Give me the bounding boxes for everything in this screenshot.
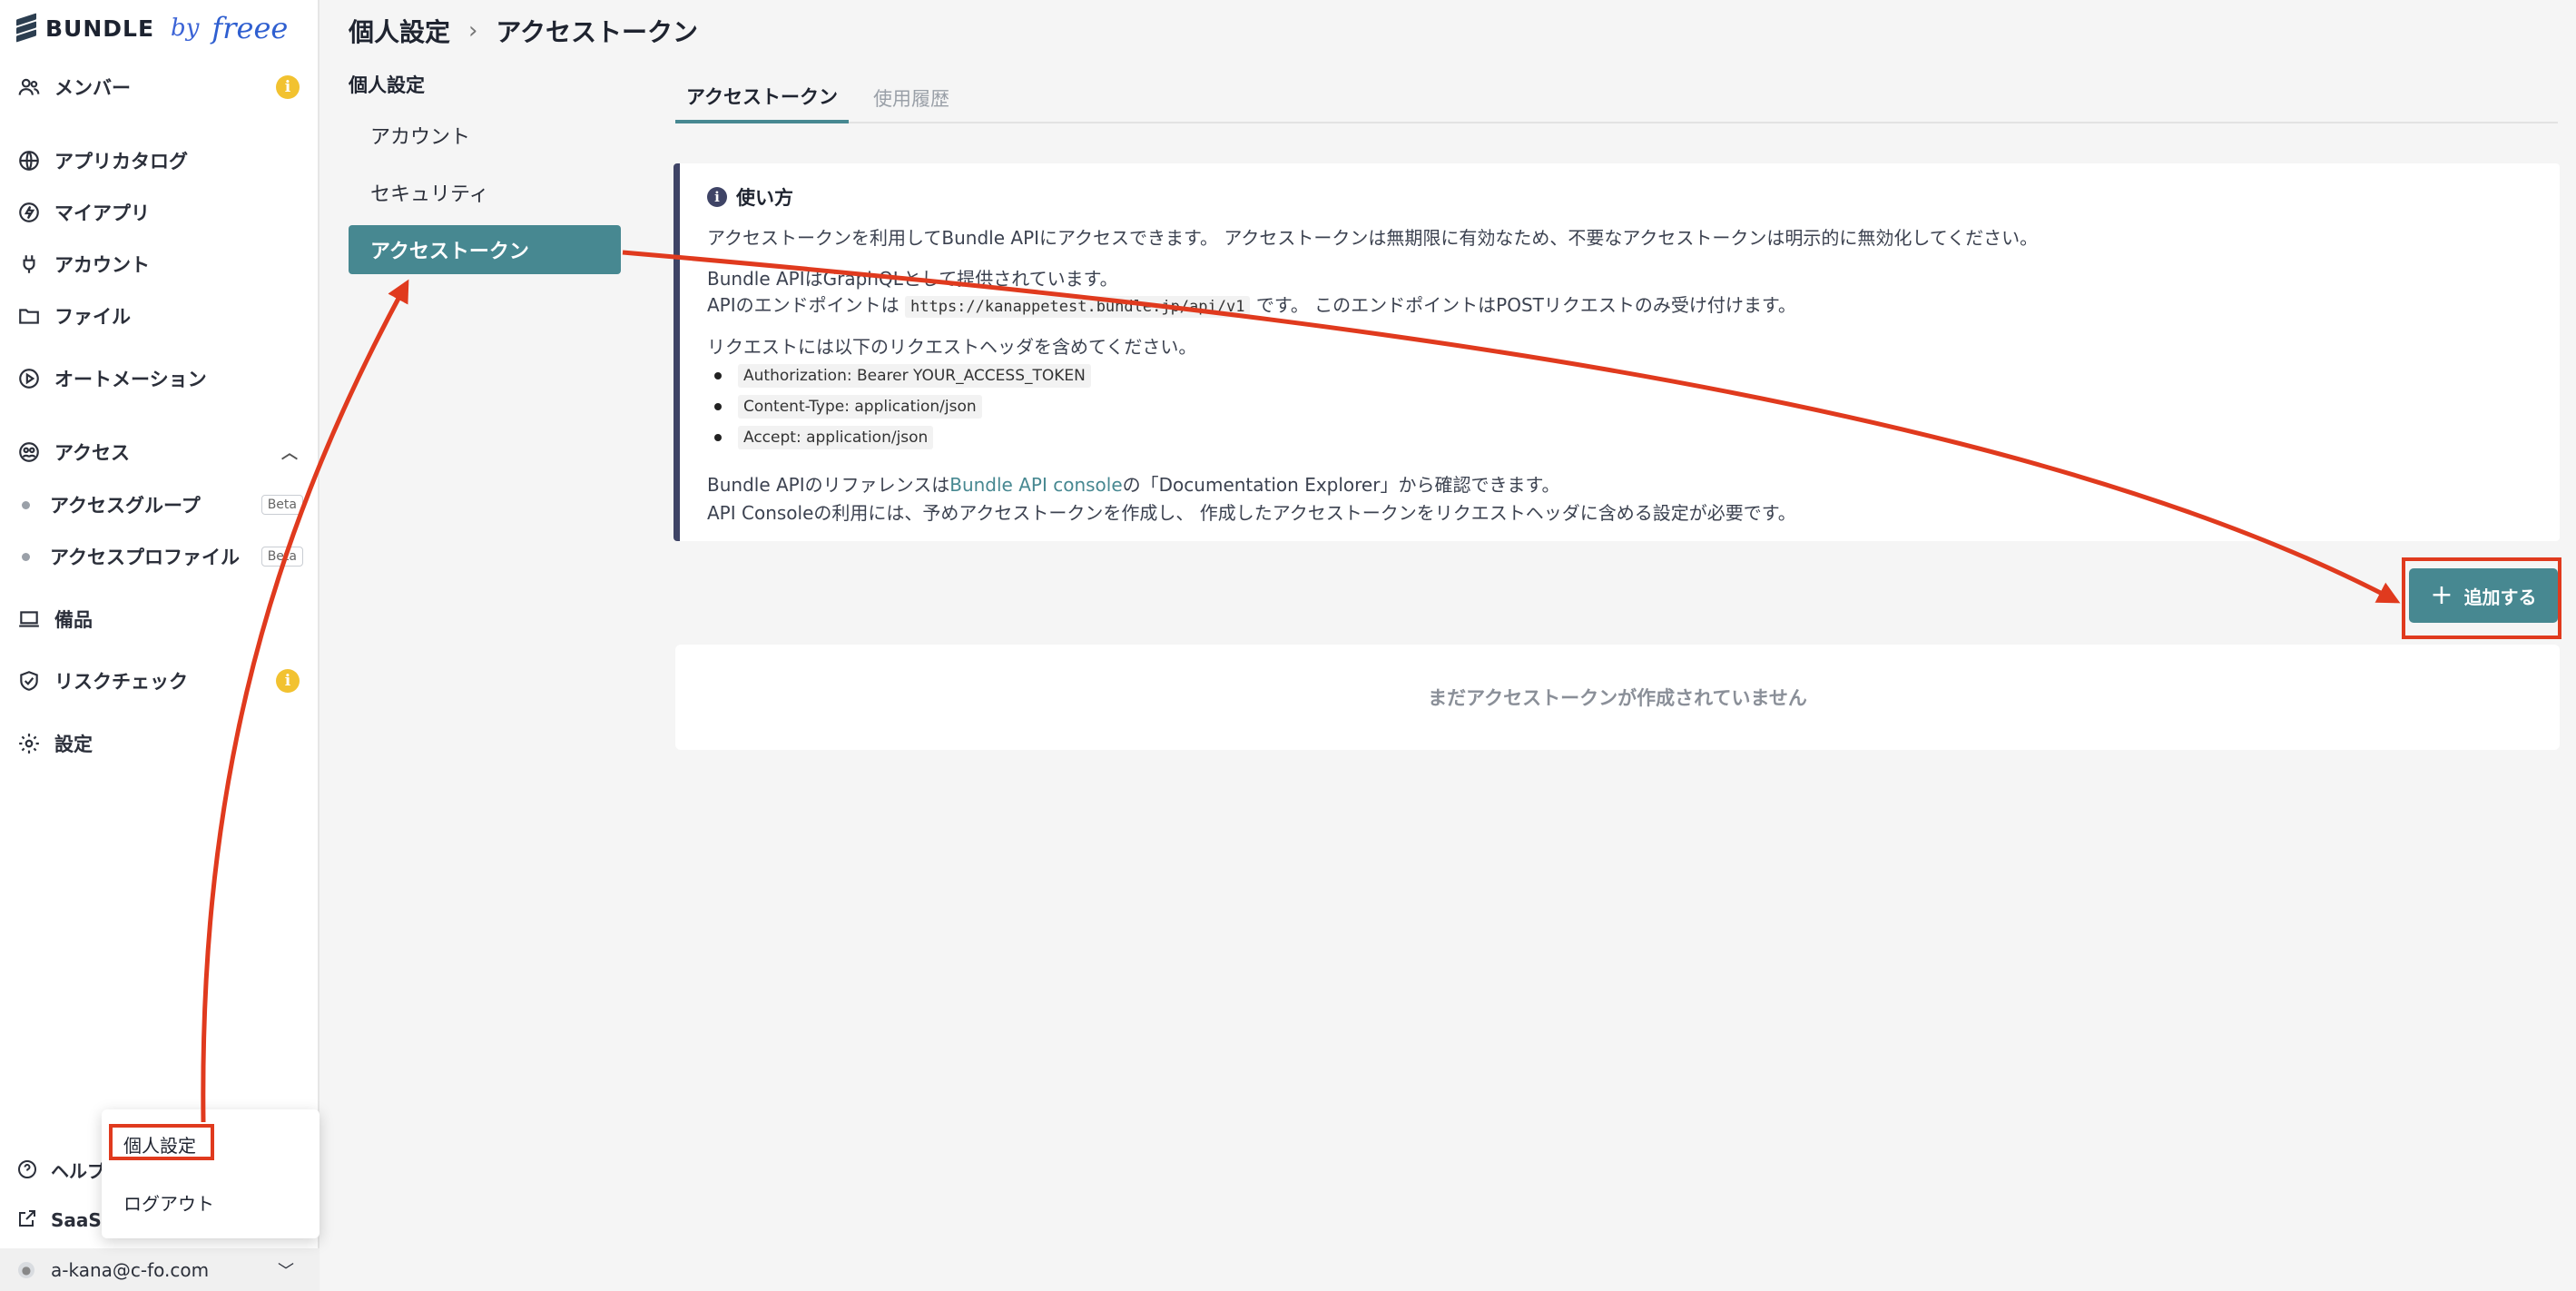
bullet-dot <box>714 372 722 379</box>
howto-panel: i 使い方 アクセストークンを利用してBundle APIにアクセスできます。 … <box>673 163 2560 541</box>
sidebar-item-label: オートメーション <box>54 369 207 390</box>
globe-icon <box>16 148 42 173</box>
howto-header-item: Content-Type: application/json <box>714 395 982 419</box>
howto-endpoint-suffix: です。 このエンドポイントはPOSTリクエストのみ受け付けます。 <box>1255 294 1796 316</box>
howto-title: i 使い方 <box>707 183 793 211</box>
plug-icon <box>16 251 42 277</box>
breadcrumb-current: アクセストークン <box>496 17 699 47</box>
empty-state: まだアクセストークンが作成されていません <box>675 645 2560 750</box>
info-icon: i <box>276 75 300 99</box>
help-icon <box>18 1160 36 1178</box>
shield-check-icon <box>16 668 42 694</box>
settings-nav-security[interactable]: セキュリティ <box>349 168 621 217</box>
sidebar-item-risk-check[interactable]: リスクチェック i <box>16 661 303 701</box>
sidebar-item-equipment[interactable]: 備品 <box>16 599 303 639</box>
sidebar-item-app-catalog[interactable]: アプリカタログ <box>16 141 303 181</box>
sidebar-help-label: ヘルプ <box>51 1159 105 1182</box>
bolt-icon <box>16 200 42 225</box>
howto-paragraph-2a: Bundle APIはGraphQLとして提供されています。 <box>707 268 1118 290</box>
settings-nav-account[interactable]: アカウント <box>349 111 621 160</box>
sidebar-subitem-access-profiles[interactable]: アクセスプロファイル Beta <box>22 538 303 575</box>
tab-usage-history[interactable]: 使用履歴 <box>862 73 960 123</box>
breadcrumb: 個人設定 › アクセストークン <box>349 13 698 49</box>
logo-partner: freee <box>211 11 289 45</box>
api-console-link[interactable]: Bundle API console <box>949 474 1122 496</box>
sidebar-subitem-label: アクセスプロファイル <box>50 547 240 568</box>
bullet-dot <box>22 500 30 509</box>
logo-brand: BUNDLE <box>45 15 155 42</box>
sidebar-subitem-access-groups[interactable]: アクセスグループ Beta <box>22 487 303 523</box>
annotation-highlight-box <box>109 1124 214 1160</box>
bullet-dot <box>714 434 722 441</box>
annotation-highlight-box <box>2402 557 2561 639</box>
beta-badge: Beta <box>261 495 303 515</box>
bullet-dot <box>714 403 722 410</box>
sidebar-help-link[interactable]: ヘルプ <box>16 1151 105 1188</box>
users-icon <box>16 74 42 100</box>
howto-ref-prefix: Bundle APIのリファレンスは <box>707 474 950 496</box>
howto-endpoint: https://kanappetest.bundle.jp/api/v1 <box>905 296 1251 318</box>
access-icon <box>16 439 42 465</box>
howto-paragraph-5: API Consoleの利用には、予めアクセストークンを作成し、 作成したアクセ… <box>707 502 1796 524</box>
sidebar-item-files[interactable]: ファイル <box>16 296 303 336</box>
bundle-logo-icon <box>16 13 36 43</box>
sidebar-item-label: 備品 <box>54 609 93 631</box>
header-text: Content-Type: application/json <box>738 395 982 419</box>
sidebar-item-label: アカウント <box>54 254 150 276</box>
play-icon <box>16 366 42 391</box>
logo[interactable]: BUNDLE by freee <box>16 9 288 47</box>
howto-paragraph-4: Bundle APIのリファレンスはBundle API consoleの「Do… <box>707 470 1559 497</box>
howto-paragraph-1: アクセストークンを利用してBundle APIにアクセスできます。 アクセストー… <box>707 227 2039 249</box>
howto-header-item: Accept: application/json <box>714 426 934 449</box>
howto-title-text: 使い方 <box>736 187 793 209</box>
app-root: BUNDLE by freee メンバー i アプリカタログ マイアプリ アカウ… <box>0 0 2576 1291</box>
settings-nav-access-token[interactable]: アクセストークン <box>349 225 621 274</box>
sidebar-item-label: 設定 <box>54 734 93 755</box>
howto-ref-suffix: の「Documentation Explorer」から確認できます。 <box>1122 474 1560 496</box>
breadcrumb-separator: › <box>468 17 478 44</box>
external-link-icon <box>19 1210 35 1227</box>
folder-icon <box>16 303 42 329</box>
header-text: Accept: application/json <box>738 426 934 449</box>
header-text: Authorization: Bearer YOUR_ACCESS_TOKEN <box>738 364 1091 388</box>
sidebar: BUNDLE by freee メンバー i アプリカタログ マイアプリ アカウ… <box>0 0 320 1291</box>
sidebar-item-members[interactable]: メンバー i <box>16 67 303 107</box>
howto-header-item: Authorization: Bearer YOUR_ACCESS_TOKEN <box>714 364 1091 388</box>
tab-bar: アクセストークン 使用履歴 <box>675 73 2558 123</box>
chevron-up-icon[interactable]: ︿ <box>281 440 298 464</box>
sidebar-item-label: マイアプリ <box>54 202 150 224</box>
sidebar-item-label: アクセス <box>54 442 130 464</box>
menu-item-logout[interactable]: ログアウト <box>123 1189 214 1216</box>
breadcrumb-parent[interactable]: 個人設定 <box>349 13 450 49</box>
sidebar-item-label: メンバー <box>54 77 131 99</box>
howto-endpoint-prefix: APIのエンドポイントは <box>707 294 900 316</box>
bullet-dot <box>22 552 30 561</box>
info-icon: i <box>276 669 300 693</box>
sidebar-item-label: アプリカタログ <box>54 151 188 172</box>
avatar: ● <box>18 1261 34 1278</box>
sidebar-item-access[interactable]: アクセス ︿ <box>16 432 303 472</box>
chevron-down-icon: ﹀ <box>278 1261 294 1281</box>
beta-badge: Beta <box>261 547 303 567</box>
sidebar-item-automation[interactable]: オートメーション <box>16 359 303 399</box>
tab-access-token[interactable]: アクセストークン <box>675 73 849 123</box>
user-menu-toggle[interactable]: ● a-kana@c-fo.com ﹀ <box>0 1248 320 1291</box>
sidebar-item-my-apps[interactable]: マイアプリ <box>16 192 303 232</box>
user-email: a-kana@c-fo.com <box>51 1258 210 1281</box>
laptop-icon <box>16 606 42 632</box>
info-icon: i <box>707 187 727 207</box>
howto-paragraph-2b: APIのエンドポイントは https://kanappetest.bundle.… <box>707 291 1796 318</box>
gear-icon <box>16 731 42 756</box>
howto-paragraph-3: リクエストには以下のリクエストヘッダを含めてください。 <box>707 336 1197 358</box>
sidebar-subitem-label: アクセスグループ <box>50 495 201 517</box>
sidebar-item-label: リスクチェック <box>54 671 188 693</box>
sidebar-item-label: ファイル <box>54 306 131 328</box>
logo-by: by <box>171 15 200 42</box>
settings-nav-heading: 個人設定 <box>349 74 425 96</box>
sidebar-item-settings[interactable]: 設定 <box>16 724 303 764</box>
sidebar-item-accounts[interactable]: アカウント <box>16 244 303 284</box>
